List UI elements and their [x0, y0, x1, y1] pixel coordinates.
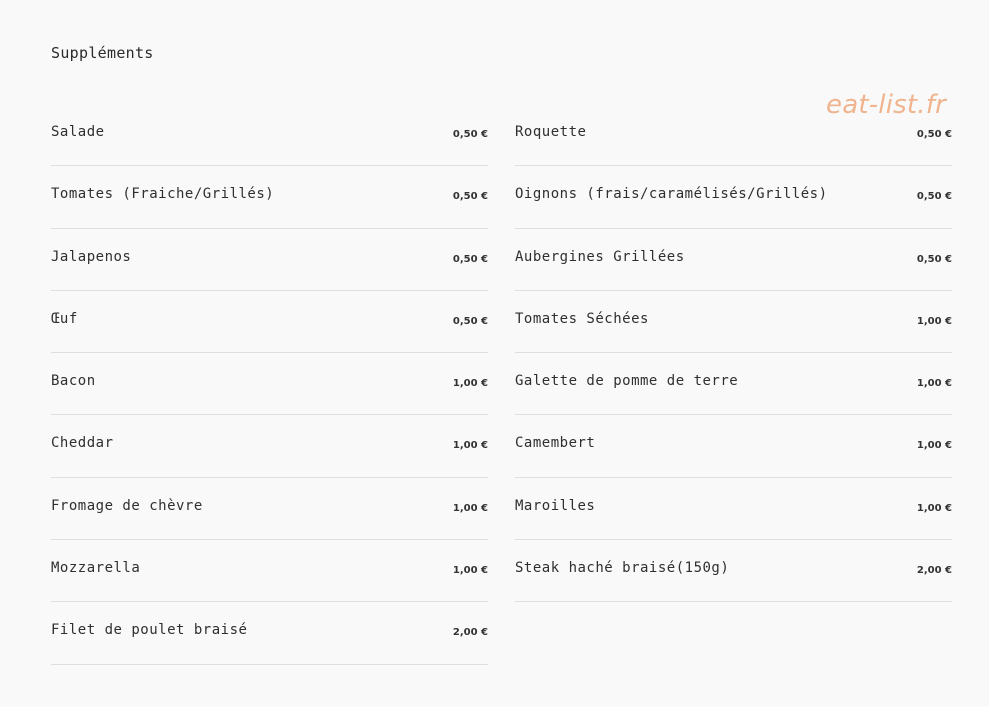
section-title: Suppléments — [51, 44, 154, 62]
menu-item: Tomates Séchées 1,00 € — [515, 291, 952, 354]
menu-item-name: Fromage de chèvre — [51, 497, 203, 514]
menu-item-price: 1,00 € — [452, 378, 488, 390]
menu-item: Camembert 1,00 € — [515, 415, 952, 478]
menu-item-price: 0,50 € — [452, 191, 488, 203]
menu-item: Steak haché braisé(150g) 2,00 € — [515, 540, 952, 603]
menu-item-name: Camembert — [515, 435, 596, 452]
menu-item-price: 0,50 € — [916, 129, 952, 140]
menu-item: Bacon 1,00 € — [51, 353, 488, 416]
menu-item-price: 0,50 € — [916, 253, 952, 265]
menu-item-price: 1,00 € — [916, 315, 952, 327]
menu-item-price: 0,50 € — [452, 253, 488, 265]
menu-item: Mozzarella 1,00 € — [51, 540, 488, 603]
menu-item-price: 1,00 € — [916, 378, 952, 390]
menu-item: Maroilles 1,00 € — [515, 478, 952, 541]
menu-item-name: Aubergines Grillées — [515, 248, 685, 265]
menu-item: Fromage de chèvre 1,00 € — [51, 478, 488, 541]
menu-item: Cheddar 1,00 € — [51, 415, 488, 478]
menu-item-name: Galette de pomme de terre — [515, 373, 739, 390]
menu-item-price: 2,00 € — [452, 627, 488, 639]
menu-item: Oignons (frais/caramélisés/Grillés) 0,50… — [515, 166, 952, 229]
menu-item-name: Tomates (Fraiche/Grillés) — [51, 186, 275, 203]
menu-item-name: Bacon — [51, 373, 96, 390]
menu-item-name: Mozzarella — [51, 560, 141, 577]
menu-item: Salade 0,50 € — [51, 104, 488, 167]
menu-column-left: Salade 0,50 € Tomates (Fraiche/Grillés) … — [51, 104, 488, 665]
menu-item: Aubergines Grillées 0,50 € — [515, 229, 952, 291]
menu-item: Filet de poulet braisé 2,00 € — [51, 602, 488, 665]
menu-item-price: 1,00 € — [916, 440, 952, 452]
menu-item: Œuf 0,50 € — [51, 291, 488, 354]
menu-item-price: 2,00 € — [916, 565, 952, 577]
menu-item-price: 1,00 € — [916, 502, 952, 514]
menu-item: Galette de pomme de terre 1,00 € — [515, 353, 952, 416]
menu-item-name: Jalapenos — [51, 248, 132, 265]
menu-item-name: Roquette — [515, 124, 587, 140]
menu-item: Tomates (Fraiche/Grillés) 0,50 € — [51, 166, 488, 229]
menu-item-name: Cheddar — [51, 435, 114, 452]
menu-item-name: Maroilles — [515, 497, 596, 514]
menu-item-price: 1,00 € — [452, 502, 488, 514]
menu-item-name: Œuf — [51, 310, 78, 327]
menu-item-price: 0,50 € — [452, 315, 488, 327]
menu-item: Jalapenos 0,50 € — [51, 229, 488, 291]
menu-item-name: Filet de poulet braisé — [51, 622, 248, 639]
menu-item-price: 0,50 € — [452, 129, 488, 140]
menu-item-name: Steak haché braisé(150g) — [515, 560, 730, 577]
menu-item: Roquette 0,50 € — [515, 104, 952, 167]
menu-item-price: 1,00 € — [452, 440, 488, 452]
menu-item-price: 1,00 € — [452, 565, 488, 577]
menu-item-name: Tomates Séchées — [515, 310, 649, 327]
menu-item-name: Salade — [51, 124, 105, 140]
menu-column-right: Roquette 0,50 € Oignons (frais/caramélis… — [515, 104, 952, 603]
menu-item-name: Oignons (frais/caramélisés/Grillés) — [515, 186, 828, 203]
menu-item-price: 0,50 € — [916, 191, 952, 203]
